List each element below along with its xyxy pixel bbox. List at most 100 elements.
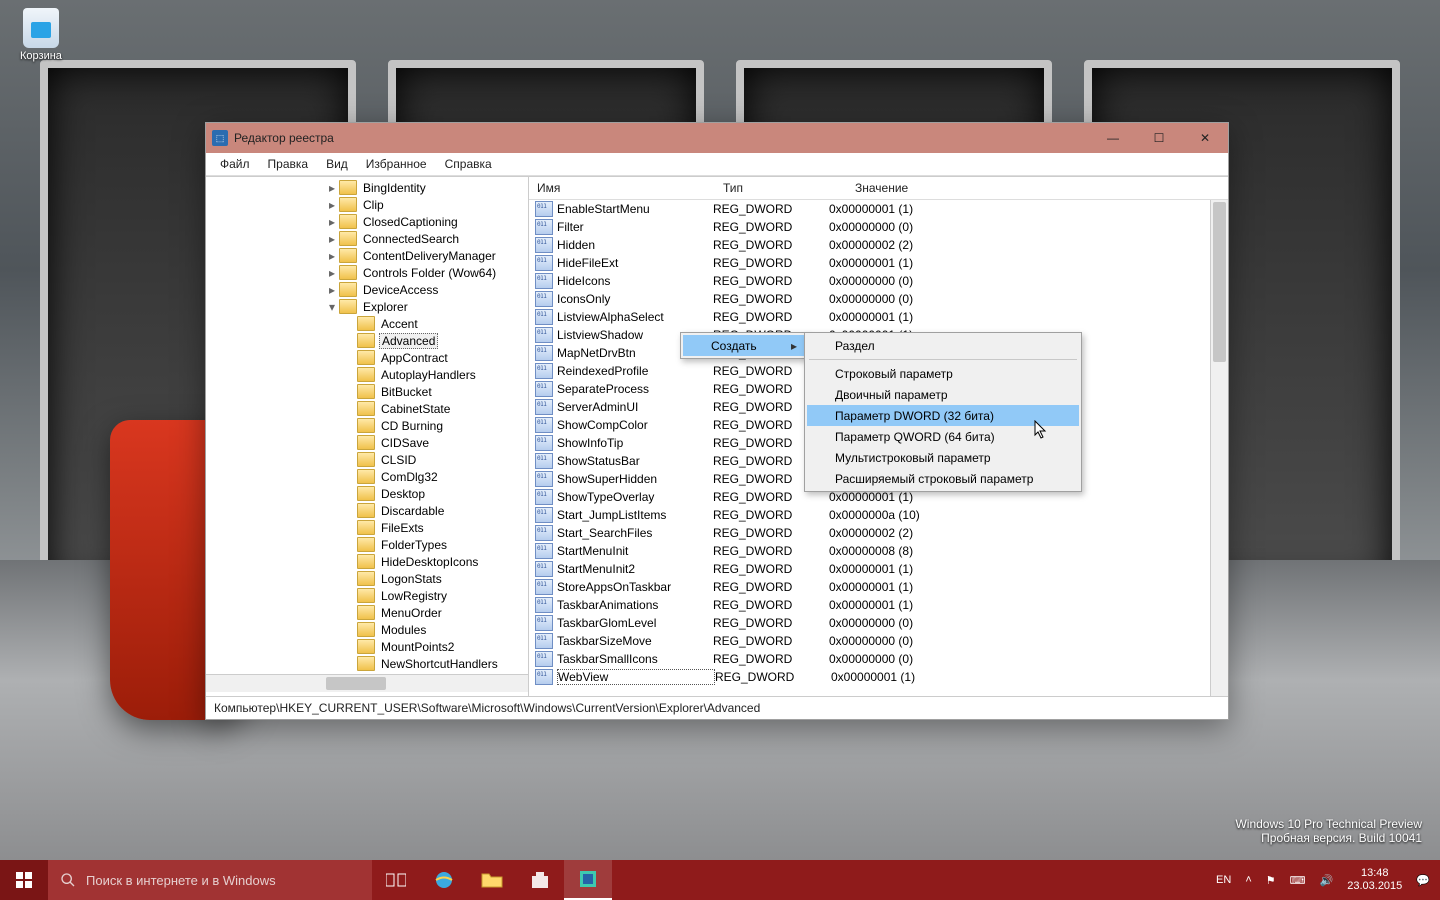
ctx-separator (809, 359, 1077, 360)
taskbar-explorer[interactable] (468, 860, 516, 900)
taskbar-store[interactable] (516, 860, 564, 900)
expand-icon[interactable]: ▸ (326, 198, 338, 212)
ctx-item[interactable]: Раздел (807, 335, 1079, 356)
tree-node[interactable]: AutoplayHandlers (210, 366, 528, 383)
tray-volume-icon[interactable]: 🔊 (1320, 874, 1334, 887)
ctx-item[interactable]: Параметр DWORD (32 бита) (807, 405, 1079, 426)
menu-view[interactable]: Вид (318, 155, 356, 173)
tree-node[interactable]: ▸Controls Folder (Wow64) (210, 264, 528, 281)
tray-keyboard-icon[interactable]: ⌨ (1290, 874, 1306, 887)
ctx-item[interactable]: Расширяемый строковый параметр (807, 468, 1079, 489)
value-row[interactable]: TaskbarSizeMoveREG_DWORD0x00000000 (0) (529, 632, 1228, 650)
list-header[interactable]: Имя Тип Значение (529, 177, 1228, 200)
value-row[interactable]: TaskbarSmallIconsREG_DWORD0x00000000 (0) (529, 650, 1228, 668)
tree-node[interactable]: ▸Clip (210, 196, 528, 213)
taskbar-ie[interactable] (420, 860, 468, 900)
value-row[interactable]: Start_SearchFilesREG_DWORD0x00000002 (2) (529, 524, 1228, 542)
menu-edit[interactable]: Правка (260, 155, 317, 173)
tree-node[interactable]: LowRegistry (210, 587, 528, 604)
folder-icon (357, 520, 375, 535)
value-row[interactable]: WebViewREG_DWORD0x00000001 (1) (529, 668, 1228, 686)
value-name: StartMenuInit (557, 544, 713, 558)
value-row[interactable]: StartMenuInitREG_DWORD0x00000008 (8) (529, 542, 1228, 560)
tree-node[interactable]: Advanced (210, 332, 528, 349)
taskbar-taskview[interactable] (372, 860, 420, 900)
recycle-bin[interactable]: Корзина (20, 8, 62, 62)
value-row[interactable]: HiddenREG_DWORD0x00000002 (2) (529, 236, 1228, 254)
menu-file[interactable]: Файл (212, 155, 258, 173)
tree-node[interactable]: ▸BingIdentity (210, 179, 528, 196)
start-button[interactable] (0, 860, 48, 900)
col-value[interactable]: Значение (847, 181, 1228, 195)
tree-node[interactable]: ▾Explorer (210, 298, 528, 315)
reg-value-icon (535, 633, 553, 649)
tree-node[interactable]: CabinetState (210, 400, 528, 417)
taskbar-regedit[interactable] (564, 860, 612, 900)
value-row[interactable]: StoreAppsOnTaskbarREG_DWORD0x00000001 (1… (529, 578, 1228, 596)
tree-node[interactable]: LogonStats (210, 570, 528, 587)
tree-node[interactable]: CLSID (210, 451, 528, 468)
value-row[interactable]: HideIconsREG_DWORD0x00000000 (0) (529, 272, 1228, 290)
tree-node[interactable]: BitBucket (210, 383, 528, 400)
ctx-item[interactable]: Параметр QWORD (64 бита) (807, 426, 1079, 447)
value-row[interactable]: ListviewAlphaSelectREG_DWORD0x00000001 (… (529, 308, 1228, 326)
tray-flag-icon[interactable]: ⚑ (1266, 874, 1276, 887)
ctx-item[interactable]: Мультистроковый параметр (807, 447, 1079, 468)
tray-up-icon[interactable]: ˄ (1245, 874, 1251, 886)
col-name[interactable]: Имя (529, 181, 715, 195)
close-button[interactable]: ✕ (1182, 123, 1228, 153)
tree-node[interactable]: HideDesktopIcons (210, 553, 528, 570)
tree-node[interactable]: Modules (210, 621, 528, 638)
tree-node[interactable]: Discardable (210, 502, 528, 519)
expand-icon[interactable]: ▸ (326, 266, 338, 280)
ctx-item-create[interactable]: Создать (683, 335, 805, 356)
tree-node[interactable]: NewShortcutHandlers (210, 655, 528, 672)
value-row[interactable]: IconsOnlyREG_DWORD0x00000000 (0) (529, 290, 1228, 308)
value-row[interactable]: EnableStartMenuREG_DWORD0x00000001 (1) (529, 200, 1228, 218)
tree-node[interactable]: CD Burning (210, 417, 528, 434)
tree-hscrollbar[interactable] (206, 674, 528, 692)
value-name: EnableStartMenu (557, 202, 713, 216)
tree-node[interactable]: ▸ConnectedSearch (210, 230, 528, 247)
menu-favorites[interactable]: Избранное (358, 155, 435, 173)
expand-icon[interactable]: ▸ (326, 215, 338, 229)
ctx-item[interactable]: Двоичный параметр (807, 384, 1079, 405)
tray-notifications-icon[interactable]: 💬 (1416, 874, 1430, 887)
expand-icon[interactable]: ▾ (326, 300, 338, 314)
tree-node[interactable]: MenuOrder (210, 604, 528, 621)
value-row[interactable]: HideFileExtREG_DWORD0x00000001 (1) (529, 254, 1228, 272)
tree-node[interactable]: AppContract (210, 349, 528, 366)
tree-node[interactable]: ▸DeviceAccess (210, 281, 528, 298)
maximize-button[interactable]: ☐ (1136, 123, 1182, 153)
expand-icon[interactable]: ▸ (326, 232, 338, 246)
value-row[interactable]: FilterREG_DWORD0x00000000 (0) (529, 218, 1228, 236)
titlebar[interactable]: ⬚ Редактор реестра — ☐ ✕ (206, 123, 1228, 153)
tree-node[interactable]: ComDlg32 (210, 468, 528, 485)
reg-value-icon (535, 345, 553, 361)
tree-node[interactable]: ▸ClosedCaptioning (210, 213, 528, 230)
menu-help[interactable]: Справка (437, 155, 500, 173)
tree-node[interactable]: CIDSave (210, 434, 528, 451)
value-row[interactable]: TaskbarGlomLevelREG_DWORD0x00000000 (0) (529, 614, 1228, 632)
folder-icon (339, 299, 357, 314)
tray-clock[interactable]: 13:48 23.03.2015 (1347, 867, 1402, 893)
value-row[interactable]: TaskbarAnimationsREG_DWORD0x00000001 (1) (529, 596, 1228, 614)
expand-icon[interactable]: ▸ (326, 249, 338, 263)
minimize-button[interactable]: — (1090, 123, 1136, 153)
value-row[interactable]: Start_JumpListItemsREG_DWORD0x0000000a (… (529, 506, 1228, 524)
tree-node[interactable]: ▸ContentDeliveryManager (210, 247, 528, 264)
tree-node[interactable]: Accent (210, 315, 528, 332)
tree-node[interactable]: FileExts (210, 519, 528, 536)
expand-icon[interactable]: ▸ (326, 283, 338, 297)
registry-tree[interactable]: ▸BingIdentity▸Clip▸ClosedCaptioning▸Conn… (206, 177, 529, 696)
taskbar-search[interactable]: Поиск в интернете и в Windows (48, 860, 372, 900)
list-vscrollbar[interactable] (1210, 200, 1228, 696)
value-row[interactable]: StartMenuInit2REG_DWORD0x00000001 (1) (529, 560, 1228, 578)
tree-node[interactable]: FolderTypes (210, 536, 528, 553)
expand-icon[interactable]: ▸ (326, 181, 338, 195)
tray-lang[interactable]: EN (1216, 874, 1231, 886)
col-type[interactable]: Тип (715, 181, 847, 195)
tree-node[interactable]: Desktop (210, 485, 528, 502)
ctx-item[interactable]: Строковый параметр (807, 363, 1079, 384)
tree-node[interactable]: MountPoints2 (210, 638, 528, 655)
